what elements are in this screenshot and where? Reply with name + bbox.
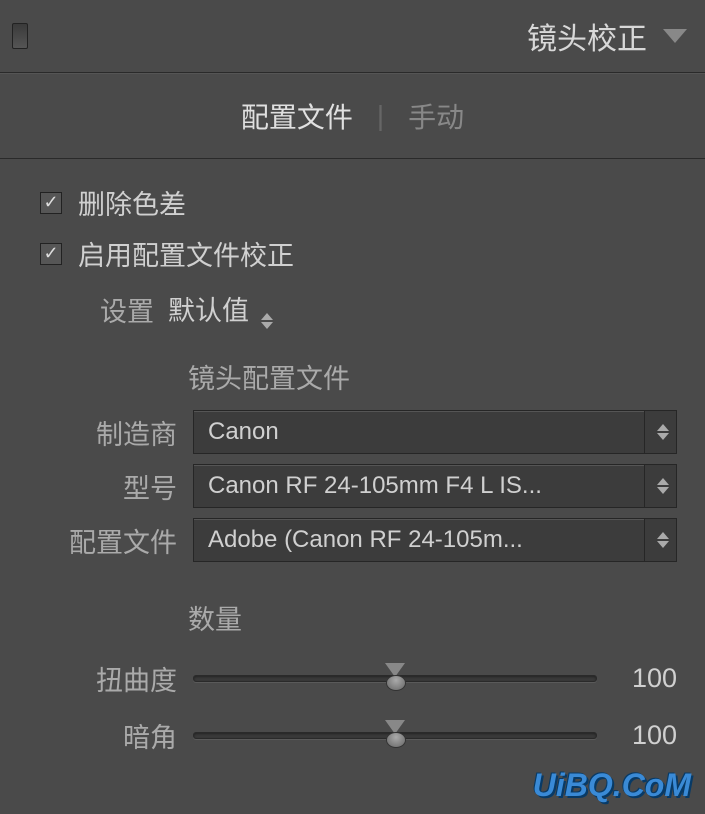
panel-title: 镜头校正 bbox=[527, 14, 647, 58]
setup-row: 设置 默认值 bbox=[100, 289, 677, 329]
make-value: Canon bbox=[194, 418, 644, 446]
panel-title-wrap: 镜头校正 bbox=[527, 14, 687, 58]
profile-dropdown[interactable]: Adobe (Canon RF 24-105m... bbox=[193, 518, 677, 562]
distortion-label: 扭曲度 bbox=[28, 659, 193, 698]
collapse-triangle-icon[interactable] bbox=[663, 29, 687, 43]
checkbox-enable-profile[interactable]: ✓ bbox=[40, 243, 62, 265]
panel-toggle-switch[interactable] bbox=[12, 23, 28, 49]
tab-manual[interactable]: 手动 bbox=[408, 96, 464, 136]
amount-section-title: 数量 bbox=[188, 598, 677, 637]
profile-label: 配置文件 bbox=[28, 521, 193, 560]
tab-bar: 配置文件 | 手动 bbox=[0, 73, 705, 159]
checkbox-label-remove-ca: 删除色差 bbox=[78, 183, 186, 222]
make-dropdown[interactable]: Canon bbox=[193, 410, 677, 454]
watermark: UiBQ.CoM bbox=[533, 767, 691, 804]
dropdown-stepper-icon bbox=[644, 411, 676, 453]
dropdown-stepper-icon bbox=[644, 465, 676, 507]
tab-profile[interactable]: 配置文件 bbox=[241, 96, 353, 136]
distortion-value[interactable]: 100 bbox=[597, 663, 677, 694]
model-dropdown[interactable]: Canon RF 24-105mm F4 L IS... bbox=[193, 464, 677, 508]
dropdown-row-profile: 配置文件 Adobe (Canon RF 24-105m... bbox=[28, 518, 677, 562]
dropdown-row-model: 型号 Canon RF 24-105mm F4 L IS... bbox=[28, 464, 677, 508]
checkbox-row-enable-profile: ✓ 启用配置文件校正 bbox=[40, 234, 677, 273]
panel-body: ✓ 删除色差 ✓ 启用配置文件校正 设置 默认值 镜头配置文件 制造商 Cano… bbox=[0, 159, 705, 755]
vignette-label: 暗角 bbox=[28, 716, 193, 755]
checkbox-remove-ca[interactable]: ✓ bbox=[40, 192, 62, 214]
vignette-value[interactable]: 100 bbox=[597, 720, 677, 751]
model-label: 型号 bbox=[28, 467, 193, 506]
model-value: Canon RF 24-105mm F4 L IS... bbox=[194, 472, 644, 500]
dropdown-stepper-icon bbox=[644, 519, 676, 561]
setup-label: 设置 bbox=[100, 290, 154, 329]
slider-row-vignette: 暗角 100 bbox=[28, 716, 677, 755]
vignette-slider[interactable] bbox=[193, 721, 597, 751]
lens-profile-section-title: 镜头配置文件 bbox=[188, 357, 677, 396]
panel-header: 镜头校正 bbox=[0, 0, 705, 73]
setup-dropdown[interactable]: 默认值 bbox=[168, 289, 273, 329]
profile-value: Adobe (Canon RF 24-105m... bbox=[194, 526, 644, 554]
setup-value: 默认值 bbox=[168, 296, 249, 326]
checkbox-label-enable-profile: 启用配置文件校正 bbox=[78, 234, 294, 273]
tab-separator: | bbox=[377, 100, 384, 132]
slider-row-distortion: 扭曲度 100 bbox=[28, 659, 677, 698]
dropdown-row-make: 制造商 Canon bbox=[28, 410, 677, 454]
amount-section: 数量 扭曲度 100 暗角 100 bbox=[28, 598, 677, 755]
distortion-slider[interactable] bbox=[193, 664, 597, 694]
updown-icon bbox=[261, 313, 273, 329]
make-label: 制造商 bbox=[28, 413, 193, 452]
checkbox-row-remove-ca: ✓ 删除色差 bbox=[40, 183, 677, 222]
